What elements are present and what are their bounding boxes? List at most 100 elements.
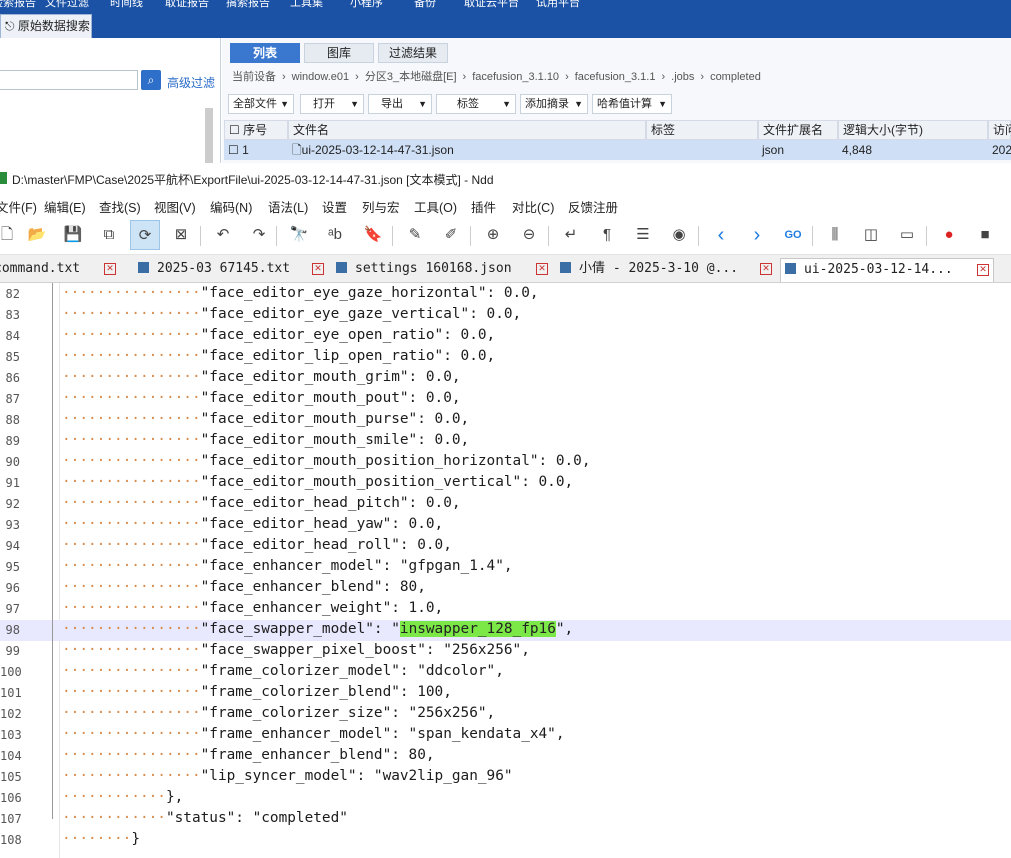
save-all-icon[interactable]: ⧉ xyxy=(94,220,124,250)
code-editor[interactable]: 82 ················"face_editor_eye_gaze_… xyxy=(0,283,1011,858)
code-line[interactable]: 83 ················"face_editor_eye_gaze_… xyxy=(0,305,1011,326)
tab-document[interactable]: ui-2025-03-12-14... ✕ xyxy=(780,258,994,282)
dropdown-add-excerpt[interactable]: 添加摘录 ▼ xyxy=(520,94,588,114)
menu-item[interactable]: 插件 xyxy=(471,197,496,216)
menu-item[interactable]: 编辑(E) xyxy=(44,197,86,216)
breadcrumb-item[interactable]: completed xyxy=(710,71,761,83)
menu-item[interactable]: 视图(V) xyxy=(154,197,196,216)
close-file-icon[interactable]: ⊠ xyxy=(166,220,196,250)
record-icon[interactable]: ● xyxy=(934,220,964,250)
code-line[interactable]: 108 ········} xyxy=(0,830,1011,851)
search-input[interactable] xyxy=(0,70,138,90)
top-menu-item[interactable]: 取证云平台 xyxy=(464,0,519,10)
zoom-in-icon[interactable]: ⊕ xyxy=(478,220,508,250)
code-line[interactable]: 104 ················"frame_enhancer_blend… xyxy=(0,746,1011,767)
top-menu-item[interactable]: 备份 xyxy=(414,0,436,10)
top-menu-item[interactable]: 搞索报告 xyxy=(226,0,270,10)
menu-item[interactable]: 反馈注册 xyxy=(568,197,618,216)
top-menu-item[interactable]: 取证报告 xyxy=(165,0,209,10)
table-row[interactable]: ☐ 1 xyxy=(224,140,288,160)
scrollbar[interactable] xyxy=(205,108,213,163)
dropdown-hash-calc[interactable]: 哈希值计算 ▼ xyxy=(592,94,672,114)
column-header-size[interactable]: 逻辑大小(字节) xyxy=(838,120,988,140)
menu-item[interactable]: 设置 xyxy=(322,197,347,216)
code-line[interactable]: 84 ················"face_editor_eye_open_… xyxy=(0,326,1011,347)
menu-item[interactable]: 查找(S) xyxy=(99,197,141,216)
menu-item[interactable]: 工具(O) xyxy=(414,197,457,216)
wrap-icon[interactable]: ↵ xyxy=(556,220,586,250)
checkbox-icon[interactable]: ☐ xyxy=(228,143,242,157)
code-line[interactable]: 99 ················"face_swapper_pixel_bo… xyxy=(0,641,1011,662)
close-icon[interactable]: ✕ xyxy=(536,263,548,275)
prev-icon[interactable]: ‹ xyxy=(706,220,736,250)
close-icon[interactable]: ✕ xyxy=(977,264,989,276)
code-line[interactable]: 95 ················"face_enhancer_model":… xyxy=(0,557,1011,578)
code-line[interactable]: 103 ················"frame_enhancer_model… xyxy=(0,725,1011,746)
top-menu-item[interactable]: 工具集 xyxy=(290,0,323,10)
stop-icon[interactable]: ■ xyxy=(970,220,1000,250)
column-header-ext[interactable]: 文件扩展名 xyxy=(758,120,838,140)
pilcrow-icon[interactable]: ¶ xyxy=(592,220,622,250)
code-line[interactable]: 90 ················"face_editor_mouth_pos… xyxy=(0,452,1011,473)
breadcrumb-item[interactable]: 分区3_本地磁盘[E] xyxy=(365,71,457,83)
next-icon[interactable]: › xyxy=(742,220,772,250)
top-menu-item[interactable]: 文件过滤 xyxy=(45,0,89,10)
code-line[interactable]: 96 ················"face_enhancer_blend":… xyxy=(0,578,1011,599)
code-line[interactable]: 82 ················"face_editor_eye_gaze_… xyxy=(0,284,1011,305)
code-line[interactable]: 100 ················"frame_colorizer_mode… xyxy=(0,662,1011,683)
indent-guide-icon[interactable]: ☰ xyxy=(628,220,658,250)
breadcrumb-item[interactable]: facefusion_3.1.1 xyxy=(575,71,656,83)
code-line[interactable]: 88 ················"face_editor_mouth_pur… xyxy=(0,410,1011,431)
code-line[interactable]: 101 ················"frame_colorizer_blen… xyxy=(0,683,1011,704)
column-header-index[interactable]: ☐ 序号 xyxy=(224,120,288,140)
code-line[interactable]: 94 ················"face_editor_head_roll… xyxy=(0,536,1011,557)
close-icon[interactable]: ✕ xyxy=(760,263,772,275)
mark-icon[interactable]: ◉ xyxy=(664,220,694,250)
save-icon[interactable]: 💾 xyxy=(58,220,88,250)
close-icon[interactable]: ✕ xyxy=(312,263,324,275)
breadcrumb-item[interactable]: 当前设备 xyxy=(232,71,276,83)
sync-icon[interactable]: ⟳ xyxy=(130,220,160,250)
menu-item[interactable]: 语法(L) xyxy=(268,197,308,216)
column-header-tag[interactable]: 标签 xyxy=(646,120,758,140)
open-folder-icon[interactable]: 📂 xyxy=(22,220,52,250)
tab-document[interactable]: command.txt ✕ xyxy=(0,258,122,282)
dropdown-export[interactable]: 导出 ▼ xyxy=(368,94,432,114)
eraser-icon[interactable]: ✎ xyxy=(400,220,430,250)
menu-item[interactable]: 列与宏 xyxy=(362,197,400,216)
table-row[interactable]: 🗋ui-2025-03-12-14-47-31.json xyxy=(288,140,646,160)
code-line[interactable]: 87 ················"face_editor_mouth_pou… xyxy=(0,389,1011,410)
code-line[interactable]: 89 ················"face_editor_mouth_smi… xyxy=(0,431,1011,452)
tab-document[interactable]: settings 160168.json ✕ xyxy=(332,258,554,282)
brush-icon[interactable]: ✐ xyxy=(436,220,466,250)
goto-icon[interactable]: GO xyxy=(778,220,808,250)
column-header-access[interactable]: 访问 xyxy=(988,120,1011,140)
menu-item[interactable]: 编码(N) xyxy=(210,197,252,216)
code-line[interactable]: 92 ················"face_editor_head_pitc… xyxy=(0,494,1011,515)
code-line[interactable]: 107 ············"status": "completed" xyxy=(0,809,1011,830)
tab-list[interactable]: 列表 xyxy=(230,43,300,63)
code-line[interactable]: 98 ················"face_swapper_model": … xyxy=(0,620,1011,641)
dropdown-tags[interactable]: 标签 ▼ xyxy=(436,94,516,114)
binoculars-icon[interactable]: 🔭 xyxy=(284,220,314,250)
split-icon[interactable]: ◫ xyxy=(856,220,886,250)
dropdown-open[interactable]: 打开 ▼ xyxy=(300,94,364,114)
tab-filter-results[interactable]: 过滤结果 xyxy=(378,43,448,63)
breadcrumb-item[interactable]: window.e01 xyxy=(292,71,350,83)
code-line[interactable]: 102 ················"frame_colorizer_size… xyxy=(0,704,1011,725)
menu-item[interactable]: 文件(F) xyxy=(0,197,37,216)
replace-icon[interactable]: ᵃb xyxy=(320,220,350,250)
compare-icon[interactable]: ⫼ xyxy=(820,220,850,250)
tab-raw-data-search[interactable]: ⎋ 原始数据搜索 xyxy=(0,14,92,38)
bookmark-icon[interactable]: 🔖 xyxy=(358,220,388,250)
top-menu-item[interactable]: 小程序 xyxy=(350,0,383,10)
column-header-filename[interactable]: 文件名 xyxy=(288,120,646,140)
redo-icon[interactable]: ↷ xyxy=(244,220,274,250)
code-line[interactable]: 93 ················"face_editor_head_yaw"… xyxy=(0,515,1011,536)
search-button[interactable]: ⌕ xyxy=(141,70,161,90)
code-line[interactable]: 91 ················"face_editor_mouth_pos… xyxy=(0,473,1011,494)
menu-item[interactable]: 对比(C) xyxy=(512,197,554,216)
undo-icon[interactable]: ↶ xyxy=(208,220,238,250)
advanced-filter-link[interactable]: 高级过滤 xyxy=(167,74,215,91)
breadcrumb-item[interactable]: facefusion_3.1.10 xyxy=(472,71,559,83)
